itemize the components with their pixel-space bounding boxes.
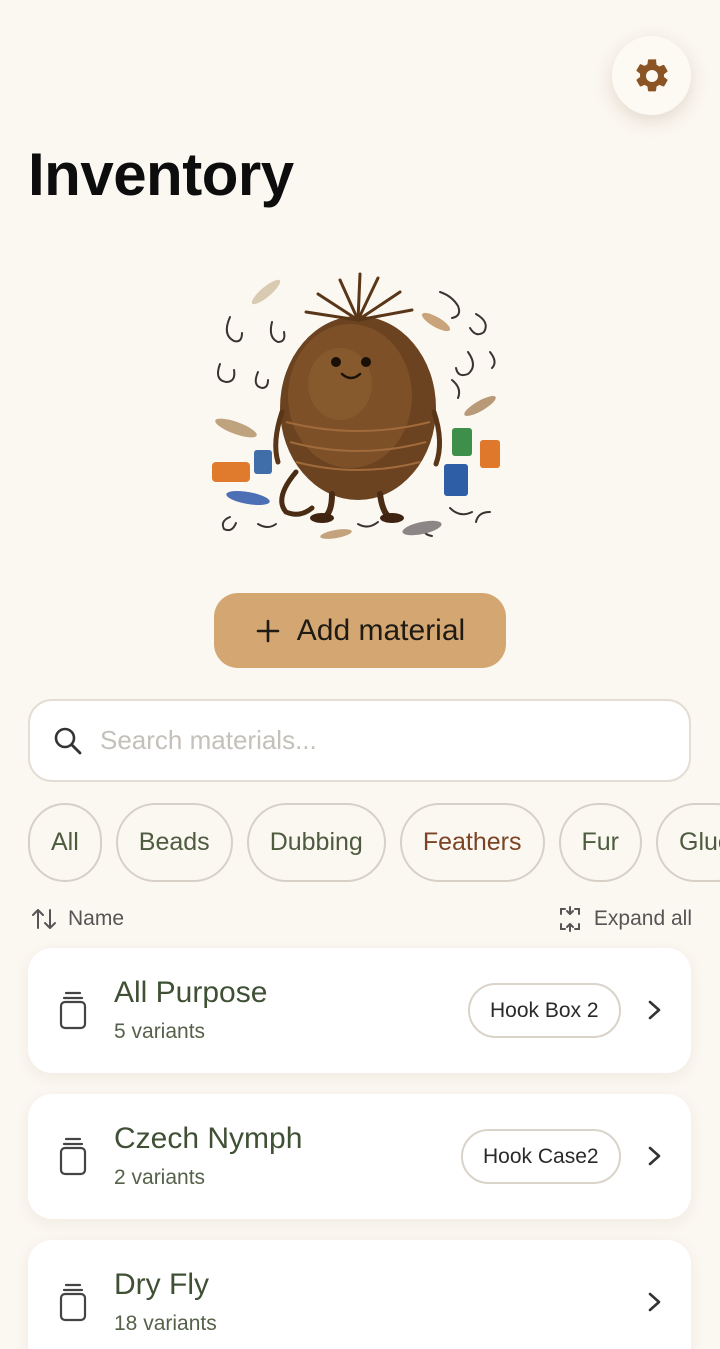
- sort-arrows-icon: [32, 909, 56, 929]
- search-bar[interactable]: [28, 699, 691, 782]
- add-material-button[interactable]: Add material: [214, 593, 506, 668]
- filter-chip-beads[interactable]: Beads: [115, 803, 233, 882]
- list-controls: Name Expand all: [30, 903, 692, 935]
- material-card[interactable]: Czech Nymph 2 variants Hook Case2: [28, 1094, 691, 1219]
- expand-icon: [559, 906, 580, 932]
- filter-chip-all[interactable]: All: [28, 803, 102, 882]
- sort-label: Name: [68, 907, 125, 930]
- jar-icon: [59, 991, 87, 1030]
- filter-chip-feathers[interactable]: Feathers: [399, 803, 545, 882]
- material-card[interactable]: Dry Fly 18 variants: [28, 1240, 691, 1349]
- location-badge: Hook Case2: [461, 1129, 621, 1184]
- chevron-right-icon: [648, 1000, 661, 1020]
- chevron-right-icon: [648, 1292, 661, 1312]
- jar-icon: [59, 1137, 87, 1176]
- settings-button[interactable]: [612, 36, 691, 115]
- sort-button[interactable]: Name: [30, 906, 124, 932]
- expand-all-label: Expand all: [593, 907, 692, 930]
- mascot-illustration: [212, 272, 500, 539]
- plus-icon: [256, 619, 280, 642]
- add-material-label: Add material: [296, 613, 466, 647]
- material-name: All Purpose: [114, 976, 268, 1009]
- material-card[interactable]: All Purpose 5 variants Hook Box 2: [28, 948, 691, 1073]
- material-variants: 18 variants: [114, 1312, 217, 1335]
- gear-icon: [635, 58, 668, 91]
- material-name: Czech Nymph: [114, 1122, 303, 1155]
- jar-icon: [59, 1283, 87, 1322]
- filter-chip-dubbing[interactable]: Dubbing: [246, 803, 386, 882]
- chevron-right-icon: [648, 1146, 661, 1166]
- material-name: Dry Fly: [114, 1268, 209, 1301]
- search-input[interactable]: [100, 725, 660, 756]
- material-variants: 2 variants: [114, 1166, 206, 1189]
- filter-chip-glue[interactable]: Glue: [656, 803, 720, 882]
- material-variants: 5 variants: [114, 1020, 206, 1043]
- expand-all-button[interactable]: Expand all: [556, 905, 692, 933]
- location-badge: Hook Box 2: [468, 983, 621, 1038]
- search-icon: [54, 727, 82, 754]
- filter-chip-fur[interactable]: Fur: [558, 803, 642, 882]
- page-title: Inventory: [28, 141, 294, 208]
- category-filter-chips: All Beads Dubbing Feathers Fur Glue: [28, 803, 720, 882]
